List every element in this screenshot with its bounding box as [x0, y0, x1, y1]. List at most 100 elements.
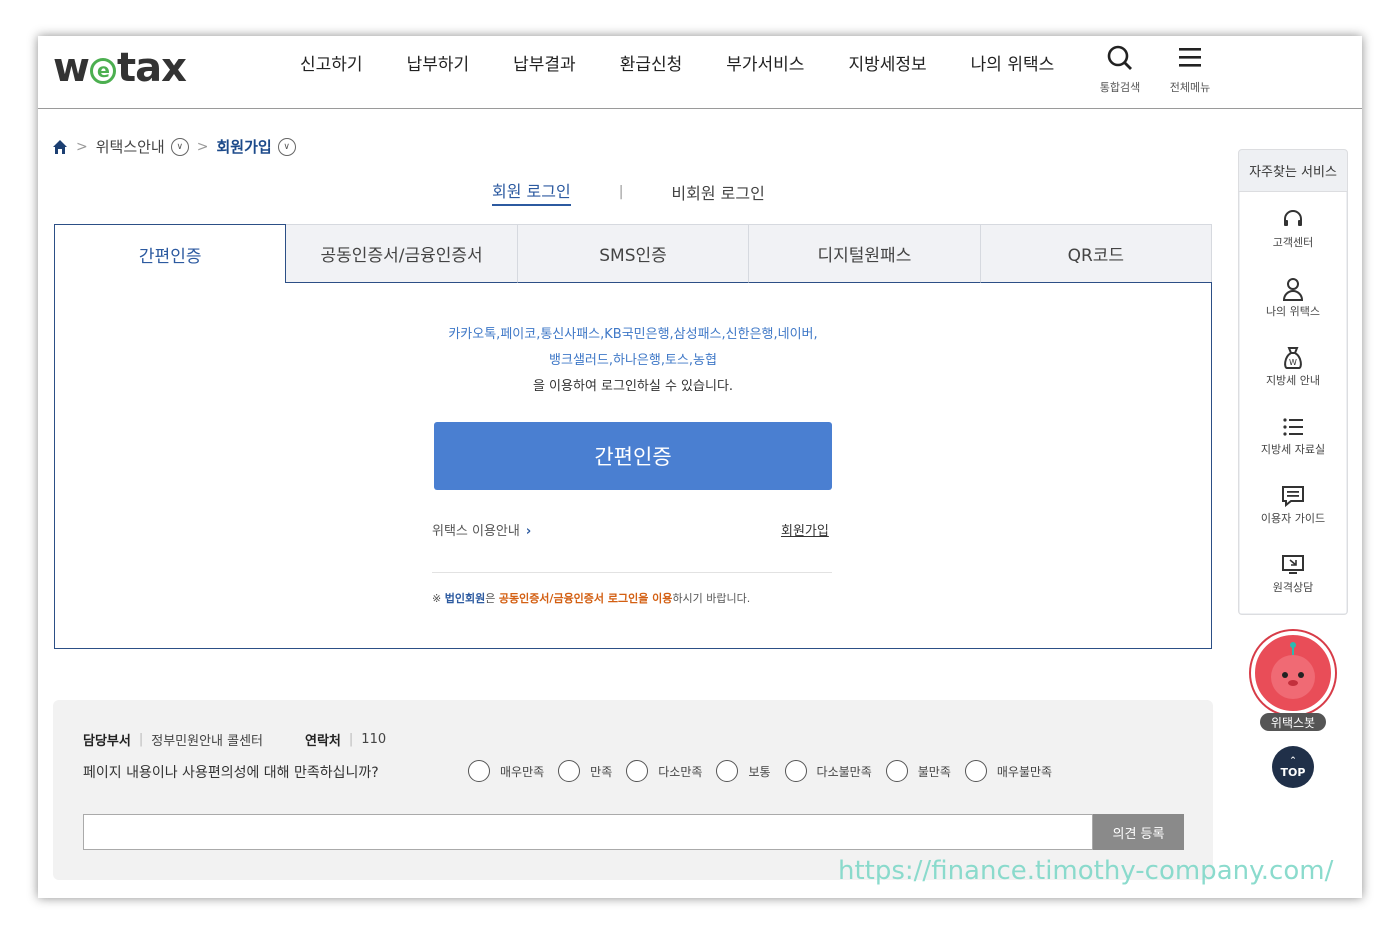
- dept-label: 담당부서: [83, 734, 131, 749]
- satisfaction-survey: 담당부서 | 정부민원안내 콜센터 연락처 | 110 페이지 내용이나 사용편…: [53, 700, 1213, 880]
- logo-e-mark: e: [89, 58, 116, 84]
- rating-very-dissatisfied[interactable]: 매우불만족: [964, 760, 1053, 782]
- notice-text: 은: [485, 592, 499, 605]
- hamburger-icon: [1179, 48, 1201, 67]
- nav-extra-services[interactable]: 부가서비스: [704, 52, 826, 78]
- quick-menu-list: 고객센터 나의 위택스 W 지방세 안내 지방세 자료실 이용자 가이드 원격상…: [1240, 192, 1346, 613]
- feedback-input[interactable]: [83, 814, 1093, 850]
- home-icon[interactable]: [52, 139, 68, 155]
- logo-text-w: w: [53, 45, 90, 91]
- sign-up-link[interactable]: 회원가입: [781, 520, 829, 539]
- quick-customer-center[interactable]: 고객센터: [1240, 202, 1346, 271]
- radio-button[interactable]: [468, 760, 490, 782]
- chevron-down-icon[interactable]: ∨: [170, 137, 189, 156]
- rating-somewhat-satisfied[interactable]: 다소만족: [626, 760, 702, 782]
- nav-payment-result[interactable]: 납부결과: [491, 52, 598, 78]
- nav-file-report[interactable]: 신고하기: [278, 52, 385, 78]
- site-header: w e tax 신고하기 납부하기 납부결과 환급신청 부가서비스 지방세정보 나의…: [38, 36, 1362, 109]
- svg-text:W: W: [1289, 358, 1297, 367]
- divider: |: [138, 732, 144, 747]
- tab-certificate[interactable]: 공동인증서/금융인증서: [286, 224, 518, 283]
- breadcrumb-item[interactable]: 위택스안내: [96, 136, 165, 157]
- watermark-url: https://finance.timothy-company.com/: [838, 856, 1334, 886]
- rating-label: 다소불만족: [816, 764, 872, 779]
- notice-mark: ※: [432, 592, 445, 605]
- login-description: 을 이용하여 로그인하실 수 있습니다.: [532, 379, 734, 394]
- radio-button[interactable]: [784, 760, 807, 782]
- chevron-right-icon: ›: [525, 524, 532, 539]
- rating-neutral[interactable]: 보통: [716, 760, 771, 782]
- auth-method-tabs: 간편인증 공동인증서/금융인증서 SMS인증 디지털원패스 QR코드: [54, 224, 1213, 283]
- wetax-logo[interactable]: w e tax: [53, 45, 187, 91]
- nav-refund[interactable]: 환급신청: [598, 52, 705, 78]
- quick-label: 지방세 안내: [1265, 374, 1321, 387]
- nav-local-tax-info[interactable]: 지방세정보: [826, 52, 948, 78]
- rating-label: 매우불만족: [996, 764, 1053, 779]
- provider-list-line2: 뱅크샐러드,하나은행,토스,농협: [549, 353, 717, 368]
- quick-local-tax-library[interactable]: 지방세 자료실: [1240, 409, 1346, 478]
- nav-my-wetax[interactable]: 나의 위택스: [949, 52, 1077, 78]
- rating-somewhat-dissatisfied[interactable]: 다소불만족: [784, 760, 872, 782]
- department-info: 담당부서 | 정부민원안내 콜센터 연락처 | 110: [83, 730, 386, 749]
- radio-button[interactable]: [558, 760, 581, 782]
- quick-my-wetax[interactable]: 나의 위택스: [1240, 271, 1346, 340]
- quick-user-guide[interactable]: 이용자 가이드: [1240, 478, 1346, 547]
- tab-guest-login[interactable]: 비회원 로그인: [671, 180, 764, 204]
- quick-remote-support[interactable]: 원격상담: [1240, 547, 1346, 616]
- money-bag-icon: W: [1284, 347, 1302, 369]
- chatbot-character-icon: [1271, 642, 1315, 699]
- rating-satisfied[interactable]: 만족: [558, 760, 612, 782]
- search-button[interactable]: 통합검색: [1090, 44, 1150, 95]
- rating-label: 불만족: [917, 764, 951, 779]
- radio-button[interactable]: [716, 760, 739, 782]
- survey-question: 페이지 내용이나 사용편의성에 대해 만족하십니까?: [83, 765, 379, 781]
- quick-label: 이용자 가이드: [1260, 512, 1326, 525]
- logo-text-tax: tax: [116, 45, 187, 91]
- all-menu-label: 전체메뉴: [1169, 81, 1211, 94]
- divider: [432, 572, 832, 573]
- rating-label: 다소만족: [658, 764, 703, 779]
- simple-auth-panel: 카카오톡,페이코,통신사패스,KB국민은행,삼성패스,신한은행,네이버, 뱅크샐…: [54, 282, 1212, 649]
- usage-guide-link[interactable]: 위택스 이용안내 ›: [432, 520, 531, 539]
- corporate-notice: ※ 법인회원은 공동인증서/금융인증서 로그인을 이용하시기 바랍니다.: [432, 590, 750, 606]
- top-label: TOP: [1280, 766, 1306, 779]
- radio-button[interactable]: [626, 760, 649, 782]
- tab-simple-auth[interactable]: 간편인증: [54, 224, 287, 283]
- rating-dissatisfied[interactable]: 불만족: [885, 760, 951, 782]
- all-menu-button[interactable]: 전체메뉴: [1160, 44, 1220, 95]
- contact-label: 연락처: [305, 734, 341, 749]
- notice-highlight: 공동인증서/금융인증서 로그인을 이용: [498, 592, 673, 605]
- simple-auth-button[interactable]: 간편인증: [434, 422, 832, 490]
- list-icon: [1283, 418, 1303, 436]
- nav-payment[interactable]: 납부하기: [385, 52, 492, 78]
- chat-bubble-icon: [1282, 486, 1304, 508]
- chatbot-button[interactable]: [1251, 631, 1335, 715]
- radio-button[interactable]: [964, 760, 987, 782]
- user-icon: [1282, 278, 1304, 301]
- chatbot-label[interactable]: 위택스봇: [1260, 713, 1326, 731]
- browser-page: w e tax 신고하기 납부하기 납부결과 환급신청 부가서비스 지방세정보 나의…: [38, 36, 1362, 898]
- quick-label: 고객센터: [1272, 236, 1314, 249]
- quick-local-tax-guide[interactable]: W 지방세 안내: [1240, 340, 1346, 409]
- tab-digital-onepass[interactable]: 디지털원패스: [749, 224, 981, 283]
- tab-member-login[interactable]: 회원 로그인: [492, 178, 571, 206]
- chevron-down-icon[interactable]: ∨: [277, 137, 296, 156]
- tab-qr-code[interactable]: QR코드: [980, 224, 1213, 283]
- divider: |: [348, 732, 354, 747]
- radio-button[interactable]: [885, 760, 908, 782]
- submit-feedback-button[interactable]: 의견 등록: [1093, 814, 1184, 850]
- monitor-icon: [1282, 555, 1304, 574]
- tab-separator: |: [618, 184, 624, 200]
- quick-menu-title: 자주찾는 서비스: [1239, 150, 1347, 192]
- headset-icon: [1284, 210, 1302, 226]
- breadcrumb-current[interactable]: 회원가입: [216, 136, 271, 157]
- search-icon: [1107, 45, 1132, 70]
- tab-sms[interactable]: SMS인증: [517, 224, 750, 283]
- notice-text-end: 하시기 바랍니다.: [672, 592, 751, 605]
- provider-description: 카카오톡,페이코,통신사패스,KB국민은행,삼성패스,신한은행,네이버, 뱅크샐…: [55, 322, 1211, 400]
- breadcrumb: > 위택스안내 ∨ > 회원가입 ∨: [52, 136, 296, 157]
- quick-label: 지방세 자료실: [1260, 443, 1326, 456]
- rating-very-satisfied[interactable]: 매우만족: [468, 760, 544, 782]
- scroll-top-button[interactable]: ⌃ TOP: [1272, 746, 1314, 788]
- quick-menu: 자주찾는 서비스 고객센터 나의 위택스 W 지방세 안내 지방세 자료실 이용…: [1238, 149, 1348, 615]
